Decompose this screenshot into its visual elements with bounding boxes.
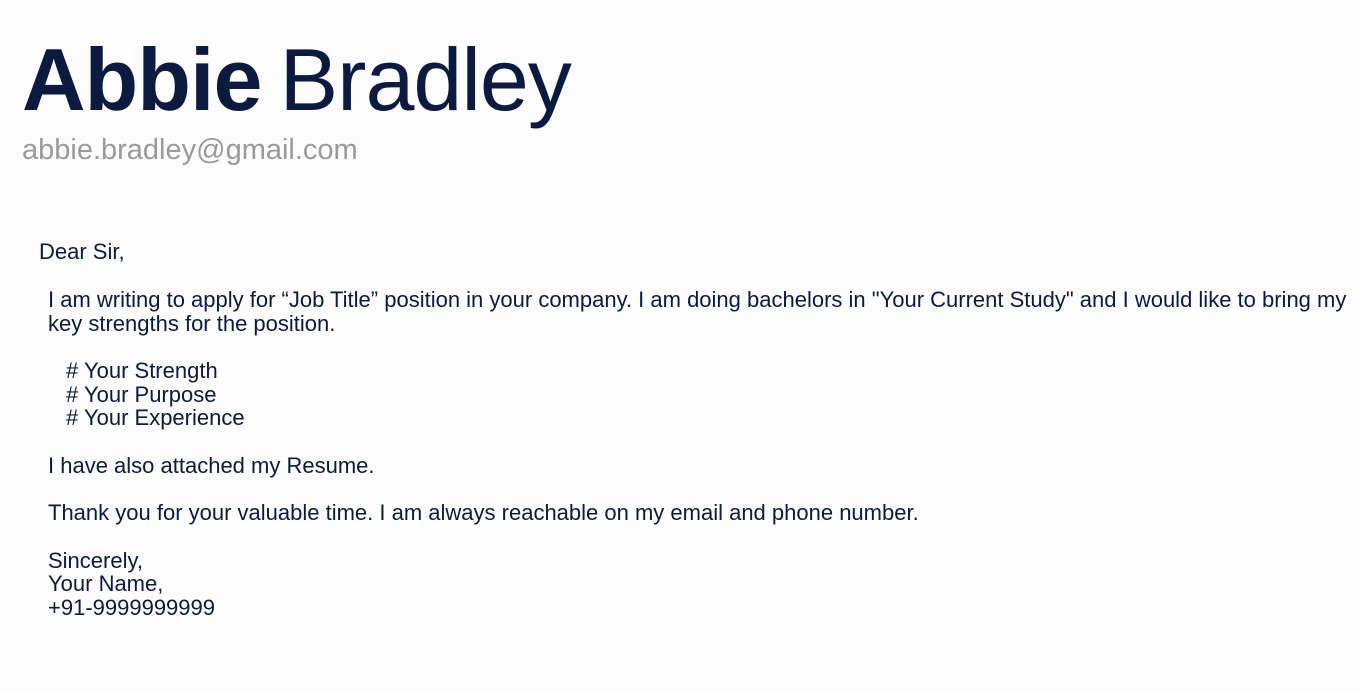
key-point-strength: # Your Strength: [66, 358, 218, 383]
signature-name: Your Name,: [48, 571, 164, 596]
attachment-line: I have also attached my Resume.: [48, 452, 375, 478]
thanks-line: Thank you for your valuable time. I am a…: [48, 500, 919, 525]
phone-number: +91-9999999999: [48, 594, 215, 620]
closing-block: Sincerely, Your Name, +91-9999999999: [48, 547, 1348, 620]
key-point-experience: # Your Experience: [66, 405, 245, 430]
cover-letter-page: Abbie Bradley abbie.bradley@gmail.com Dea…: [0, 0, 1360, 693]
key-points-list: # Your Strength # Your Purpose # Your Ex…: [66, 359, 1360, 430]
key-point-purpose: # Your Purpose: [66, 381, 217, 407]
last-name: Bradley: [279, 30, 571, 129]
applicant-email: abbie.bradley@gmail.com: [22, 134, 358, 166]
closing: Sincerely,: [48, 547, 143, 573]
letter-header: Abbie Bradley abbie.bradley@gmail.com: [22, 30, 572, 168]
intro-paragraph: I am writing to apply for “Job Title” po…: [48, 287, 1347, 336]
letter-body: Dear Sir, I am writing to apply for “Job…: [0, 240, 1360, 619]
first-name: Abbie: [22, 30, 262, 129]
salutation: Dear Sir,: [39, 239, 125, 264]
applicant-name: Abbie Bradley: [22, 30, 572, 130]
